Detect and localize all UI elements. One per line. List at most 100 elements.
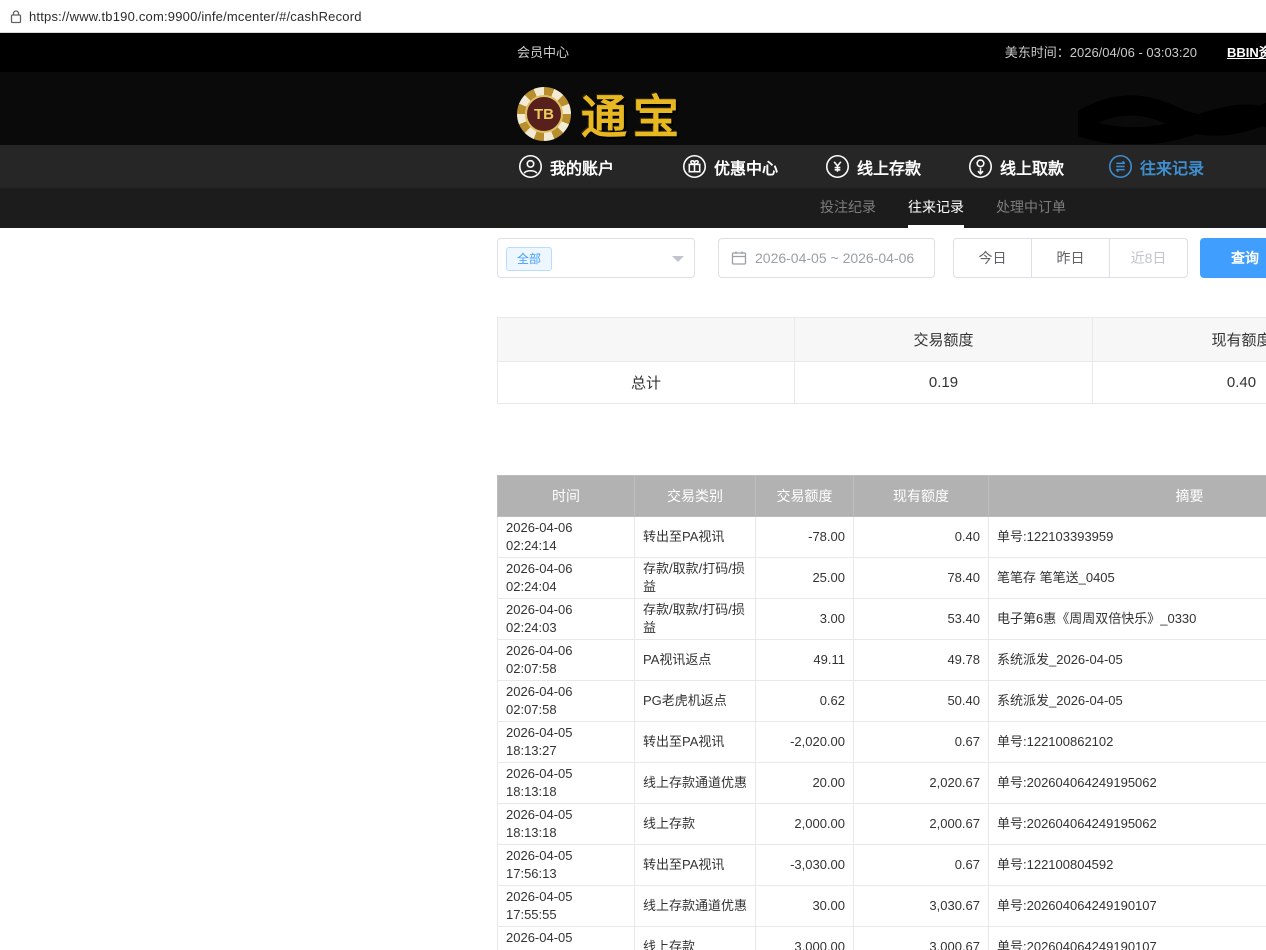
filter-row: 全部 2026-04-05 ~ 2026-04-06 今日 昨日 近8日 查询 [497, 238, 1266, 278]
cell-type: 线上存款 [635, 804, 756, 845]
lock-icon [10, 9, 22, 24]
cell-summary: 单号:202604064249190107 [989, 886, 1266, 927]
records-header-row: 时间 交易类别 交易额度 现有额度 摘要 [498, 476, 1266, 517]
brand-logo[interactable]: TB 通宝 [517, 81, 685, 147]
cell-time: 2026-04-05 18:13:18 [498, 804, 635, 845]
cell-summary: 单号:202604064249190107 [989, 927, 1266, 950]
cell-type: 线上存款通道优惠 [635, 886, 756, 927]
cell-balance: 2,000.67 [854, 804, 989, 845]
quick-range-buttons: 今日 昨日 近8日 [953, 238, 1188, 278]
header-summary: 摘要 [989, 476, 1266, 517]
summary-header-empty [498, 318, 795, 362]
cell-summary: 单号:122100862102 [989, 722, 1266, 763]
poker-chip-icon: TB [517, 87, 571, 141]
browser-address-bar[interactable]: https://www.tb190.com:9900/infe/mcenter/… [0, 0, 1266, 33]
cell-type: PA视讯返点 [635, 640, 756, 681]
cell-amount: 20.00 [756, 763, 854, 804]
chevron-down-icon [672, 256, 684, 268]
table-row: 2026-04-05 17:55:55线上存款通道优惠30.003,030.67… [498, 886, 1266, 927]
cell-amount: 3,000.00 [756, 927, 854, 950]
cell-time: 2026-04-06 02:24:14 [498, 517, 635, 558]
cell-summary: 系统派发_2026-04-05 [989, 681, 1266, 722]
tab-cash-records[interactable]: 往来记录 [908, 188, 964, 228]
table-row: 2026-04-05 17:56:13转出至PA视讯-3,030.000.67单… [498, 845, 1266, 886]
tab-betting-records[interactable]: 投注纪录 [820, 188, 876, 228]
cell-amount: 30.00 [756, 886, 854, 927]
summary-total-label: 总计 [498, 362, 795, 404]
header-amount: 交易额度 [756, 476, 854, 517]
cell-summary: 系统派发_2026-04-05 [989, 640, 1266, 681]
table-row: 2026-04-05 17:55:55线上存款3,000.003,000.67单… [498, 927, 1266, 950]
member-center-link[interactable]: 会员中心 [517, 33, 569, 72]
nav-item-online-deposit[interactable]: 线上存款 [825, 145, 921, 188]
sub-nav: 投注纪录 往来记录 处理中订单 [0, 188, 1266, 228]
cell-summary: 单号:202604064249195062 [989, 804, 1266, 845]
cell-type: 转出至PA视讯 [635, 845, 756, 886]
table-row: 2026-04-05 18:13:18线上存款通道优惠20.002,020.67… [498, 763, 1266, 804]
url-text[interactable]: https://www.tb190.com:9900/infe/mcenter/… [29, 9, 362, 24]
cell-balance: 2,020.67 [854, 763, 989, 804]
records-body: 2026-04-06 02:24:14 转出至PA视讯 -78.000.40 单号:1… [498, 517, 1266, 950]
table-row: 2026-04-06 02:24:03存款/取款/打码/损益3.0053.40电… [498, 599, 1266, 640]
cell-balance: 0.67 [854, 722, 989, 763]
cell-amount: -78.00 [756, 517, 854, 558]
cell-summary: 笔笔存 笔笔送_0405 [989, 558, 1266, 599]
cell-balance: 49.78 [854, 640, 989, 681]
logo-bar: TB 通宝 [0, 72, 1266, 145]
chip-text: TB [525, 95, 563, 133]
cell-balance: 0.67 [854, 845, 989, 886]
bbin-link[interactable]: BBIN资 [1227, 33, 1266, 72]
cell-amount: 25.00 [756, 558, 854, 599]
table-row: 2026-04-05 18:13:27转出至PA视讯-2,020.000.67单… [498, 722, 1266, 763]
last-8-days-button[interactable]: 近8日 [1109, 238, 1188, 278]
cell-time: 2026-04-05 18:13:18 [498, 763, 635, 804]
cell-time: 2026-04-06 02:07:58 [498, 640, 635, 681]
cell-type: 线上存款通道优惠 [635, 763, 756, 804]
cell-balance: 0.40 [854, 517, 989, 558]
nav-label: 我的账户 [550, 155, 614, 179]
calendar-icon [731, 250, 747, 266]
eastern-time-label: 美东时间：2026/04/06 - 03:03:20 [1005, 33, 1197, 72]
summary-table: 交易额度 现有额度 总计 0.19 0.40 [497, 317, 1266, 404]
cell-balance: 53.40 [854, 599, 989, 640]
cell-amount: -3,030.00 [756, 845, 854, 886]
cell-time: 2026-04-05 17:55:55 [498, 927, 635, 950]
table-row: 2026-04-06 02:24:04存款/取款/打码/损益25.0078.40… [498, 558, 1266, 599]
cell-time: 2026-04-05 18:13:27 [498, 722, 635, 763]
yesterday-button[interactable]: 昨日 [1031, 238, 1110, 278]
nav-item-cash-record[interactable]: 往来记录 [1108, 145, 1204, 188]
nav-item-online-withdrawal[interactable]: 线上取款 [968, 145, 1064, 188]
record-icon [1108, 154, 1133, 179]
header-type: 交易类别 [635, 476, 756, 517]
cell-type: 转出至PA视讯 [635, 722, 756, 763]
cell-amount: 2,000.00 [756, 804, 854, 845]
gift-icon [682, 154, 707, 179]
header-balance: 现有额度 [854, 476, 989, 517]
today-button[interactable]: 今日 [953, 238, 1032, 278]
date-range-value: 2026-04-05 ~ 2026-04-06 [755, 250, 914, 266]
nav-label: 线上取款 [1000, 155, 1064, 179]
date-range-input[interactable]: 2026-04-05 ~ 2026-04-06 [718, 238, 935, 278]
main-nav: 我的账户 优惠中心 线上存款 线上取款 [0, 145, 1266, 188]
summary-total-balance: 0.40 [1093, 362, 1266, 404]
search-button[interactable]: 查询 [1200, 238, 1266, 278]
withdraw-icon [968, 154, 993, 179]
tab-processing-orders[interactable]: 处理中订单 [996, 188, 1066, 228]
cell-time: 2026-04-05 17:55:55 [498, 886, 635, 927]
type-select[interactable]: 全部 [497, 238, 695, 278]
table-row: 2026-04-06 02:07:58PA视讯返点49.1149.78系统派发_… [498, 640, 1266, 681]
cell-amount: -2,020.00 [756, 722, 854, 763]
selected-type-tag: 全部 [506, 247, 552, 271]
nav-item-promotions[interactable]: 优惠中心 [682, 145, 778, 188]
topbar: 会员中心 美东时间：2026/04/06 - 03:03:20 BBIN资 [0, 33, 1266, 72]
records-table: 时间 交易类别 交易额度 现有额度 摘要 2026-04-06 02:24:14… [497, 475, 1266, 950]
cell-time: 2026-04-06 02:24:04 [498, 558, 635, 599]
user-icon [518, 154, 543, 179]
table-row: 2026-04-05 18:13:18线上存款2,000.002,000.67单… [498, 804, 1266, 845]
cell-time: 2026-04-06 02:07:58 [498, 681, 635, 722]
nav-label: 线上存款 [857, 155, 921, 179]
nav-label: 优惠中心 [714, 155, 778, 179]
content-area: 全部 2026-04-05 ~ 2026-04-06 今日 昨日 近8日 查询 [0, 228, 1266, 950]
nav-item-my-account[interactable]: 我的账户 [518, 145, 614, 188]
cell-balance: 3,030.67 [854, 886, 989, 927]
